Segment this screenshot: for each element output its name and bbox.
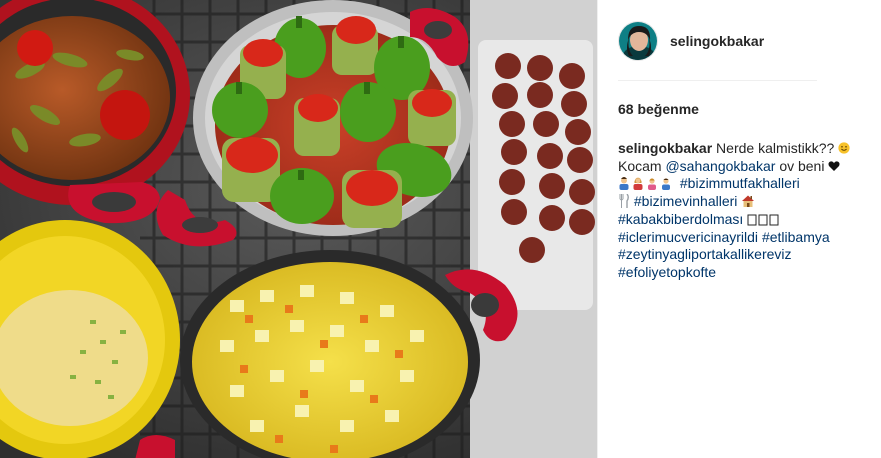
caption-line-4: #bizimevinhalleri xyxy=(618,193,868,211)
mention-link[interactable]: @sahangokbakar xyxy=(665,158,775,174)
likes-count[interactable]: 68 beğenme xyxy=(618,101,699,117)
caption-username-link[interactable]: selingokbakar xyxy=(618,140,712,156)
avatar[interactable] xyxy=(618,21,658,61)
caption-line-5: #kabakbiberdolması xyxy=(618,211,868,229)
profile-photo-icon xyxy=(619,22,657,60)
hashtag-link[interactable]: #iclerimucvericinayrildi xyxy=(618,229,758,245)
caption-line-6: #iclerimucvericinayrildi #etlibamya xyxy=(618,229,868,247)
caption-line-1: selingokbakar Nerde kalmistikk?? xyxy=(618,140,868,158)
family-emoji-icon xyxy=(619,177,670,191)
hashtag-link[interactable]: #zeytinyagliportakallikereviz xyxy=(618,246,792,262)
fork-and-knife-emoji-icon xyxy=(619,194,629,209)
caption-line-7: #zeytinyagliportakallikereviz xyxy=(618,246,868,264)
divider xyxy=(618,80,817,81)
post-photo[interactable] xyxy=(0,0,597,458)
hashtag-link[interactable]: #efoliyetopkofte xyxy=(618,264,716,280)
hashtag-link[interactable]: #etlibamya xyxy=(762,229,830,245)
black-heart-emoji-icon xyxy=(828,161,840,171)
food-photo-image xyxy=(0,0,597,458)
caption-line-2: Kocam @sahangokbakar ov beni xyxy=(618,158,868,176)
smiling-face-emoji-icon xyxy=(838,142,850,154)
caption-text: Kocam xyxy=(618,157,662,174)
hashtag-link[interactable]: #bizimevinhalleri xyxy=(634,193,738,209)
caption: selingokbakar Nerde kalmistikk?? Kocam @… xyxy=(618,140,868,282)
caption-line-3: #bizimmutfakhalleri xyxy=(618,175,868,193)
hashtag-link[interactable]: #kabakbiberdolması xyxy=(618,211,743,227)
post-header: selingokbakar xyxy=(618,20,764,62)
hashtag-link[interactable]: #bizimmutfakhalleri xyxy=(680,175,800,191)
header-username-link[interactable]: selingokbakar xyxy=(670,33,764,49)
caption-text: Nerde kalmistikk?? xyxy=(716,140,835,156)
unsupported-glyph-boxes-icon xyxy=(747,214,779,226)
caption-line-8: #efoliyetopkofte xyxy=(618,264,868,282)
post-details-panel: selingokbakar 68 beğenme selingokbakar N… xyxy=(597,0,881,458)
house-emoji-icon xyxy=(742,195,755,208)
caption-text: ov beni xyxy=(779,157,825,174)
